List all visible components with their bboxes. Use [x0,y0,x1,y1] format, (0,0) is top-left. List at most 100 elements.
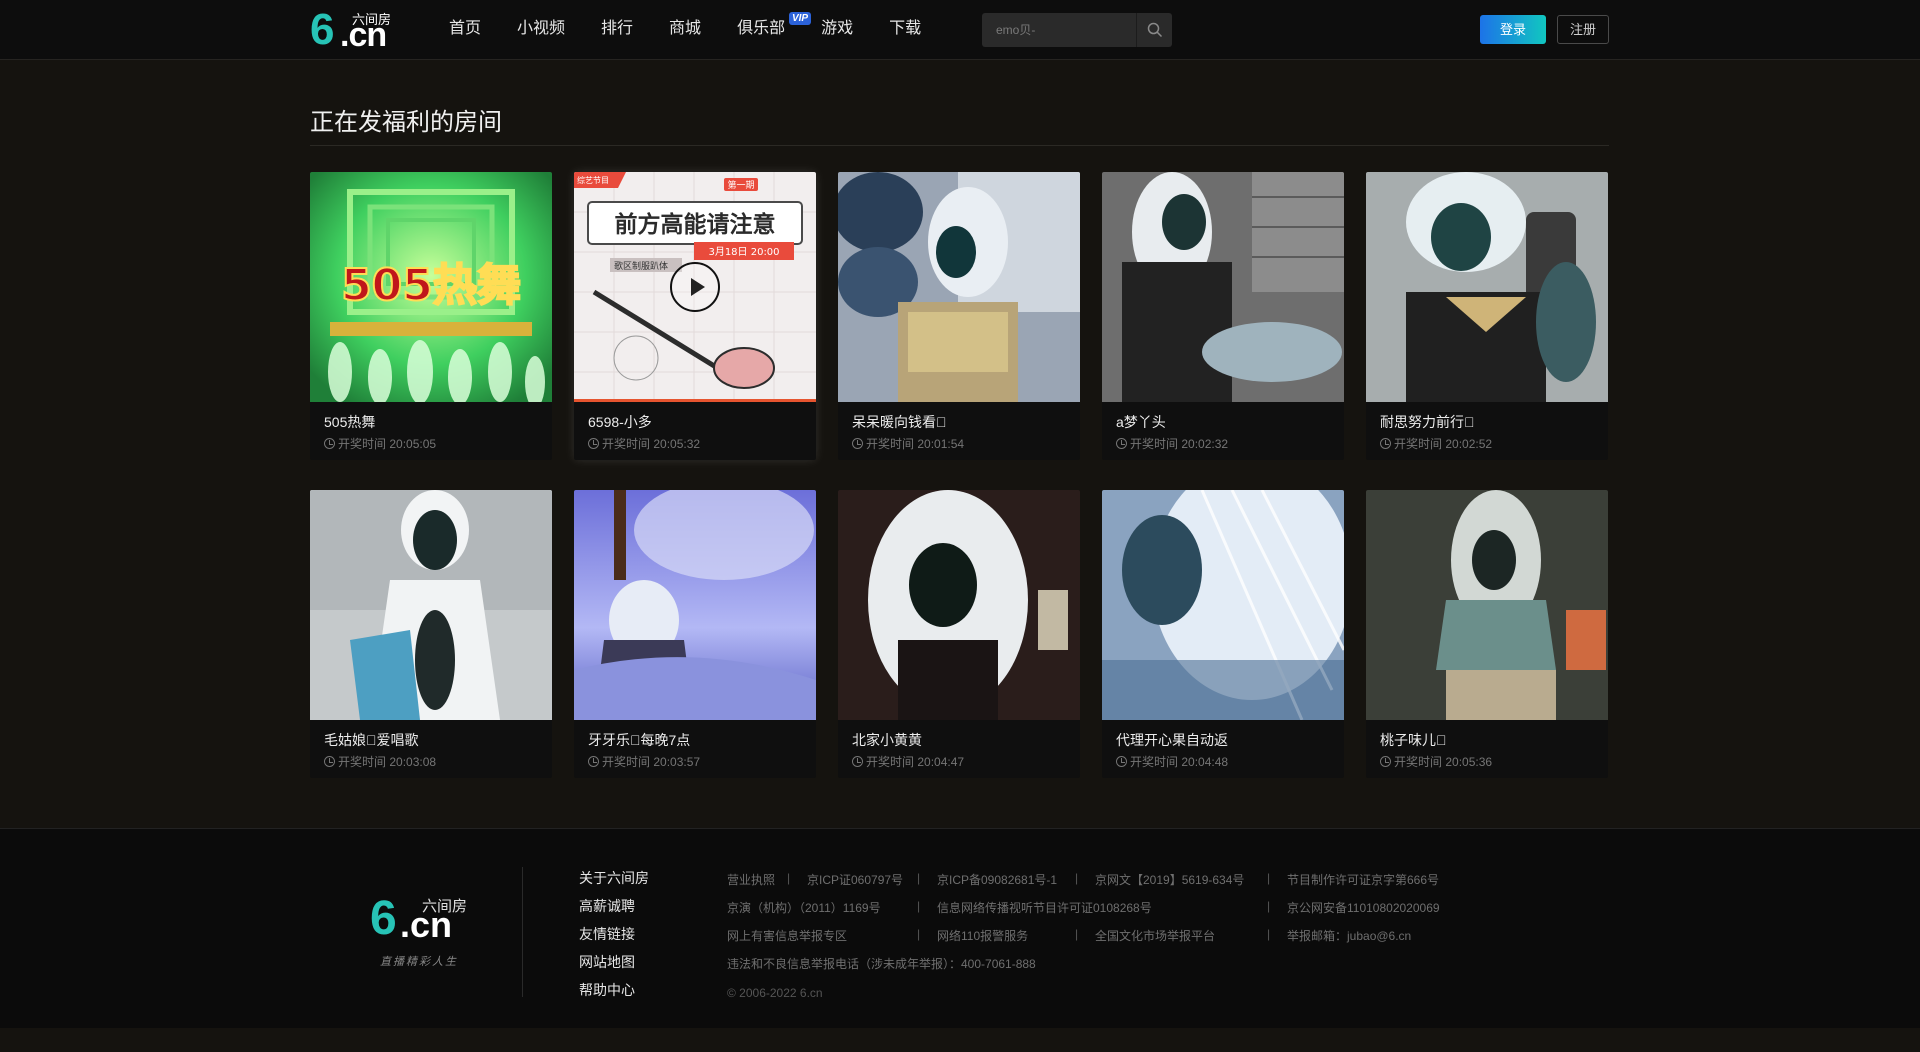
draw-time-value: 20:02:32 [1181,436,1229,451]
nav-download-label: 下载 [889,20,922,37]
footer-slogan: 直播精彩人生 [380,956,458,968]
thumb-headline: 前方高能请注意 [615,211,776,238]
nav-ranking-label: 排行 [601,20,634,37]
room-thumbnail [1102,490,1344,720]
nav-club[interactable]: 俱乐部 VIP [737,0,812,60]
section-divider [310,145,1609,146]
room-card[interactable]: 505热舞 505热舞 开奖时间 20:05:05 [310,172,552,460]
room-title: 北家小黄黄 [852,732,922,748]
logo-brand: 六间房 [352,12,392,27]
nav-short-video[interactable]: 小视频 [517,0,565,60]
thumb-corner-tag: 综艺节目 [577,175,609,185]
legal-110-service[interactable]: 网络110报警服务 [937,927,1028,944]
draw-time-prefix: 开奖时间 [602,437,651,451]
room-title: 呆呆暖向钱看  [852,414,947,430]
legal-culture-license[interactable]: 京网文【2019】5619-634号 [1095,871,1244,888]
room-card[interactable]: 北家小黄黄 开奖时间 20:04:47 [838,490,1080,778]
vip-badge: VIP [788,12,812,25]
draw-time: 开奖时间 20:02:52 [1380,435,1492,452]
nav-games[interactable]: 游戏 [821,0,853,60]
thumb-episode: 第一期 [727,179,754,191]
nav-short-video-label: 小视频 [517,20,566,37]
draw-time-prefix: 开奖时间 [338,755,387,769]
room-thumbnail: 综艺节目 第一期 前方高能请注意 歌区制服趴体 3月18日 20:00 [574,172,816,402]
draw-time-prefix: 开奖时间 [1130,755,1179,769]
room-card[interactable]: 呆呆暖向钱看  开奖时间 20:01:54 [838,172,1080,460]
footer-link-jobs[interactable]: 高薪诚聘 [579,892,649,920]
search-button[interactable] [1136,13,1172,47]
room-card[interactable]: 耐思努力前行  开奖时间 20:02:52 [1366,172,1608,460]
clock-icon [1116,438,1127,449]
legal-separator: | [1267,927,1271,941]
draw-time-value: 20:05:36 [1445,754,1493,769]
legal-icp-record[interactable]: 京ICP备09082681号-1 [937,871,1057,888]
footer-logo-brand: 六间房 [422,898,468,915]
legal-row: 违法和不良信息举报电话（涉未成年举报）：400-7061-888 [727,955,1507,983]
room-thumbnail: 505热舞 [310,172,552,402]
clock-icon [1116,756,1127,767]
draw-time-value: 20:04:47 [917,754,965,769]
clock-icon [852,756,863,767]
nav-home[interactable]: 首页 [449,0,481,60]
draw-time-prefix: 开奖时间 [338,437,387,451]
draw-time-value: 20:01:54 [917,436,965,451]
draw-time-value: 20:04:48 [1181,754,1229,769]
draw-time: 开奖时间 20:04:48 [1116,753,1228,770]
room-thumbnail [1366,172,1608,402]
legal-row: 营业执照 | 京ICP证060797号 | 京ICP备09082681号-1 |… [727,871,1507,899]
draw-time-value: 20:05:05 [389,436,437,451]
nav-mall[interactable]: 商城 [669,0,701,60]
draw-time-prefix: 开奖时间 [1130,437,1179,451]
nav-download[interactable]: 下载 [889,0,921,60]
room-card[interactable]: 毛姑娘 爱唱歌 开奖时间 20:03:08 [310,490,552,778]
legal-harmful-report[interactable]: 网上有害信息举报专区 [727,927,847,944]
clock-icon [324,756,335,767]
room-card[interactable]: 牙牙乐 每晚7点 开奖时间 20:03:57 [574,490,816,778]
nav-ranking[interactable]: 排行 [601,0,633,60]
register-button[interactable]: 注册 [1557,15,1609,44]
copyright: © 2006-2022 6.cn [727,986,823,1000]
legal-business-license[interactable]: 营业执照 [727,871,775,888]
room-thumbnail [1102,172,1344,402]
draw-time-prefix: 开奖时间 [1394,437,1443,451]
legal-av-license[interactable]: 信息网络传播视听节目许可证0108268号 [937,899,1152,916]
room-card[interactable]: a梦丫头 开奖时间 20:02:32 [1102,172,1344,460]
legal-separator: | [1267,899,1271,913]
legal-separator: | [787,871,791,885]
login-button[interactable]: 登录 [1480,15,1546,44]
room-thumbnail [838,172,1080,402]
thumb-date: 3月18日 20:00 [708,246,779,258]
room-card[interactable]: 代理开心果自动返 开奖时间 20:04:48 [1102,490,1344,778]
footer-divider [522,867,523,997]
footer-logo[interactable]: 6 .cn 六间房 直播精彩人生 [370,895,480,975]
draw-time-prefix: 开奖时间 [602,755,651,769]
legal-separator: | [1075,871,1079,885]
legal-culture-report[interactable]: 全国文化市场举报平台 [1095,927,1215,944]
site-logo[interactable]: 6 .cn 六间房 [310,8,400,53]
nav-home-label: 首页 [449,20,482,37]
room-card[interactable]: 桃子味儿  开奖时间 20:05:36 [1366,490,1608,778]
room-card[interactable]: 综艺节目 第一期 前方高能请注意 歌区制服趴体 3月18日 20:00 6598… [574,172,816,460]
legal-separator: | [917,927,921,941]
clock-icon [1380,756,1391,767]
footer-link-sitemap[interactable]: 网站地图 [579,948,649,976]
play-icon[interactable] [670,262,720,312]
footer-link-help[interactable]: 帮助中心 [579,976,649,1004]
footer-link-friends[interactable]: 友情链接 [579,920,649,948]
legal-performance-license[interactable]: 京演（机构）（2011）1169号 [727,899,881,916]
draw-time: 开奖时间 20:01:54 [852,435,964,452]
draw-time: 开奖时间 20:05:36 [1380,753,1492,770]
footer-link-about[interactable]: 关于六间房 [579,864,649,892]
clock-icon [588,756,599,767]
clock-icon [1380,438,1391,449]
room-title: 毛姑娘 爱唱歌 [324,732,419,748]
main-nav: 首页 小视频 排行 商城 俱乐部 VIP 游戏 下载 [449,0,957,60]
legal-icp-license[interactable]: 京ICP证060797号 [807,871,903,888]
draw-time-value: 20:05:32 [653,436,701,451]
legal-police-record[interactable]: 京公网安备11010802020069 [1287,899,1440,916]
clock-icon [588,438,599,449]
nav-club-label: 俱乐部 [737,20,786,37]
search-input[interactable] [982,13,1136,47]
legal-row: 京演（机构）（2011）1169号 | 信息网络传播视听节目许可证0108268… [727,899,1507,927]
legal-program-license[interactable]: 节目制作许可证京字第666号 [1287,871,1439,888]
